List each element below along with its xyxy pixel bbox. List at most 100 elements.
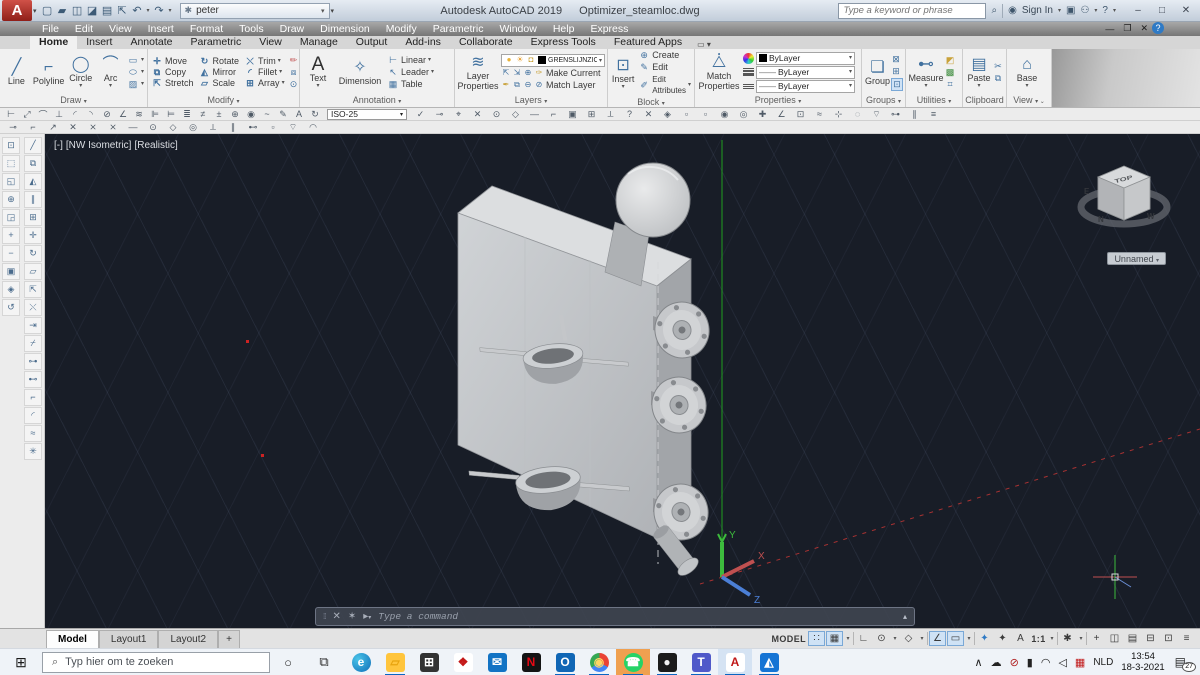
osnap-toolbar-icon[interactable]: ⟂ (601, 109, 620, 120)
chrome-icon[interactable]: ◉ (582, 649, 616, 675)
doc-restore-button[interactable]: ❐ (1123, 23, 1131, 34)
taskbar-search[interactable]: ⌕ Typ hier om te zoeken (42, 652, 270, 673)
polar-dropdown-icon[interactable]: ▾ (891, 631, 899, 646)
customize-wrench-icon[interactable]: ✶ (348, 611, 356, 622)
plot-icon[interactable]: ▤ (100, 4, 115, 17)
menu-item[interactable]: Edit (67, 23, 101, 35)
workspace-dropdown-icon[interactable]: ▾ (1077, 631, 1085, 646)
linear-dimension-button[interactable]: ⊢Linear▾ (387, 55, 434, 66)
snap-toolbar-icon[interactable]: ⌔ (283, 122, 303, 133)
group-button[interactable]: ❏Group (865, 58, 890, 86)
array-icon[interactable]: ⊞ (24, 209, 42, 226)
rotate-icon[interactable]: ↻ (24, 245, 42, 262)
linetype-control[interactable]: ——ByLayer▾ (743, 80, 855, 93)
snap-mode-icon[interactable]: ∷ (808, 631, 825, 646)
snap-toolbar-icon[interactable]: ↗ (43, 122, 63, 133)
dim-text-edit-icon[interactable]: A (291, 109, 307, 119)
dim-tolerance-icon[interactable]: ± (211, 109, 227, 119)
separator[interactable] (853, 632, 854, 645)
store-icon[interactable]: ⊞ (412, 649, 446, 675)
dim-continue-icon[interactable]: ⊨ (163, 109, 179, 120)
tab-featured-apps[interactable]: Featured Apps (605, 36, 691, 49)
separator[interactable] (1086, 632, 1087, 645)
snap-toolbar-icon[interactable]: ◇ (163, 122, 183, 133)
annotation-scale-value[interactable]: 1:1 (1030, 631, 1047, 646)
erase-button[interactable]: ✏ (288, 55, 300, 66)
tab-parametric[interactable]: Parametric (182, 36, 251, 49)
polar-tracking-icon[interactable]: ⊙ (873, 631, 890, 646)
tab-annotate[interactable]: Annotate (121, 36, 181, 49)
panel-title-draw[interactable]: Draw ▾ (0, 95, 147, 107)
dim-radius-icon[interactable]: ◜ (67, 109, 83, 120)
dim-jogged-icon[interactable]: ◝ (83, 109, 99, 120)
osnap-toolbar-icon[interactable]: ? (620, 109, 639, 119)
panel-title-view[interactable]: View ▾ ⌄ (1007, 95, 1051, 107)
dim-baseline-icon[interactable]: ⊫ (147, 109, 163, 120)
app-store-cart-icon[interactable]: ▣ (1066, 5, 1075, 16)
isolate-objects-icon[interactable]: ⊟ (1142, 631, 1159, 646)
snap-toolbar-icon[interactable]: — (123, 122, 143, 132)
tab-insert[interactable]: Insert (77, 36, 121, 49)
panel-title-utilities[interactable]: Utilities ▾ (906, 95, 962, 107)
viewport-view-control[interactable]: [NW Isometric] (66, 140, 132, 151)
fillet-icon[interactable]: ◜ (24, 407, 42, 424)
tab-output[interactable]: Output (347, 36, 397, 49)
osnap-toolbar-icon[interactable]: ◇ (506, 109, 525, 120)
osnap-toolbar-icon[interactable]: ≈ (810, 109, 829, 119)
move-icon[interactable]: ✛ (24, 227, 42, 244)
osnap-toolbar-icon[interactable]: ⊹ (829, 109, 848, 120)
workspace-gear-icon[interactable]: ✱ (1059, 631, 1076, 646)
osnap-toolbar-icon[interactable]: ◎ (734, 109, 753, 120)
command-input-icon[interactable]: ▸▾ (363, 611, 371, 622)
osnap-toolbar-icon[interactable]: ▫ (696, 109, 715, 119)
command-history-icon[interactable]: ▴ (903, 612, 907, 621)
zoom-window-icon[interactable]: ⊡ (2, 137, 20, 154)
trim-icon[interactable]: ⤬ (24, 299, 42, 316)
leader-button[interactable]: ↖Leader▾ (387, 67, 434, 78)
make-current-button[interactable]: ⇱⇲⊕✑Make Current (501, 68, 605, 79)
osnap-toolbar-icon[interactable]: ⊡ (791, 109, 810, 120)
menu-item[interactable]: Insert (140, 23, 182, 35)
minimize-button[interactable]: – (1126, 2, 1150, 20)
close-button[interactable]: ✕ (1174, 2, 1198, 20)
copy-button[interactable]: ⧉Copy (151, 67, 194, 78)
file-explorer-icon[interactable]: ▱ (378, 649, 412, 675)
polyline-button[interactable]: ⌐Polyline (33, 58, 65, 86)
annotation-autoscale-icon[interactable]: ✦ (994, 631, 1011, 646)
action-center-icon[interactable]: ▤27 (1175, 655, 1194, 669)
insert-block-button[interactable]: ⊡Insert▾ (611, 56, 635, 91)
dim-linear-icon[interactable]: ⊢ (3, 109, 19, 120)
snap-toolbar-icon[interactable]: ∥ (223, 122, 243, 133)
language-indicator[interactable]: NLD (1093, 657, 1113, 668)
group-selection-toggle[interactable]: ⊡ (891, 78, 903, 91)
object-color-control[interactable]: ByLayer▾ (743, 52, 855, 65)
dim-ordinate-icon[interactable]: ⊥ (51, 109, 67, 120)
new-file-icon[interactable]: ▢ (40, 4, 55, 17)
scale-icon[interactable]: ▱ (24, 263, 42, 280)
rotate-button[interactable]: ↻Rotate (199, 56, 240, 67)
chamfer-icon[interactable]: ⌐ (24, 389, 42, 406)
menu-item[interactable]: View (101, 23, 140, 35)
menu-item[interactable]: Help (545, 23, 583, 35)
dim-center-mark-icon[interactable]: ⊕ (227, 109, 243, 120)
snap-toolbar-icon[interactable]: ⊷ (243, 122, 263, 133)
osnap-toolbar-icon[interactable]: ◉ (715, 109, 734, 120)
annotation-scale-dropdown-icon[interactable]: ▾ (1048, 631, 1056, 646)
save-as-icon[interactable]: ◪ (85, 4, 100, 17)
menu-item[interactable]: Format (182, 23, 231, 35)
tab-model[interactable]: Model (46, 630, 99, 649)
hardware-acceleration-icon[interactable]: ◫ (1106, 631, 1123, 646)
osnap-toolbar-icon[interactable]: ⊸ (430, 109, 449, 120)
panel-title-modify[interactable]: Modify ▾ (148, 95, 299, 107)
layer-select[interactable]: ●☀◘ GRENSLIJNZICHTBA ▾ (501, 54, 605, 67)
dock-grip[interactable]: ⁞⁞ (323, 612, 325, 621)
osnap-toolbar-icon[interactable]: ✚ (753, 109, 772, 120)
workspace-switcher[interactable]: ✱ peter ▾ (180, 3, 330, 19)
group-edit-button[interactable]: ⊞ (891, 66, 903, 77)
copy-clip-button[interactable]: ⧉ (993, 73, 1003, 84)
customization-menu-icon[interactable]: ≡ (1178, 631, 1195, 646)
osnap-toolbar-icon[interactable]: ⊞ (582, 109, 601, 120)
osnap-toolbar-icon[interactable]: ✕ (639, 109, 658, 120)
dim-edit-icon[interactable]: ✎ (275, 109, 291, 120)
rectangle-button[interactable]: ▭▾ (127, 55, 144, 66)
